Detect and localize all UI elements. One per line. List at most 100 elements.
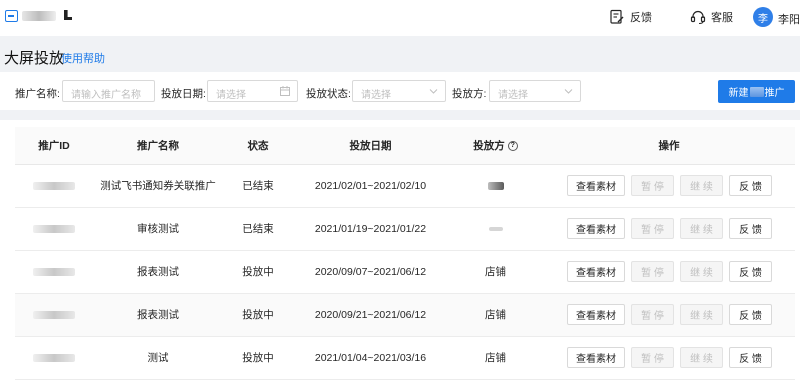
promotion-name-cell: 报表测试 [93,250,223,294]
question-circle-icon[interactable]: ? [507,140,518,151]
status-cell: 投放中 [223,250,293,294]
user-name[interactable]: 李阳 [778,11,800,27]
date-cell: 2021/02/01~2021/02/10 [293,164,448,208]
column-header-party: 投放方? [448,127,543,165]
chevron-down-icon [564,89,573,94]
promotion-id-redacted [33,353,75,362]
pause-button[interactable]: 暂 停 [631,347,674,368]
actions-cell: 查看素材 暂 停 继 续 反 馈 [543,207,795,251]
delivery-status-label: 投放状态: [306,88,351,100]
promotion-name-cell: 审核测试 [93,207,223,251]
view-material-button[interactable]: 查看素材 [567,218,625,239]
delivery-date-placeholder: 请选择 [216,90,246,101]
promotion-id-redacted [33,267,75,276]
view-material-button[interactable]: 查看素材 [567,175,625,196]
feedback-row-button[interactable]: 反 馈 [729,175,772,196]
column-header-actions: 操作 [543,127,795,165]
table-row: 测试飞书通知券关联推广 已结束 2021/02/01~2021/02/10 查看… [15,164,795,208]
feedback-row-button[interactable]: 反 馈 [729,304,772,325]
feedback-row-button[interactable]: 反 馈 [729,261,772,282]
feedback-label: 反馈 [630,12,652,24]
filter-bar: 推广名称: 请输入推广名称 投放日期: 请选择 投放状态: 请选择 投放方: 请… [0,72,800,110]
view-material-button[interactable]: 查看素材 [567,347,625,368]
party-redacted [488,226,503,231]
page-title: 大屏投放 [4,50,65,67]
delivery-party-placeholder: 请选择 [498,90,528,101]
column-header-status: 状态 [223,127,293,165]
table-header-row: 推广ID 推广名称 状态 投放日期 投放方? 操作 [15,127,795,165]
promotion-name-input[interactable]: 请输入推广名称 [62,80,155,102]
headset-icon [690,10,706,25]
status-cell: 投放中 [223,293,293,337]
promotion-id-redacted [33,224,75,233]
help-link[interactable]: 使用帮助 [61,50,105,66]
top-bar: 反馈 客服 李 李阳 [0,0,800,36]
actions-cell: 查看素材 暂 停 继 续 反 馈 [543,250,795,294]
resume-button[interactable]: 继 续 [680,304,723,325]
promotion-table: 推广ID 推广名称 状态 投放日期 投放方? 操作 测试飞书通知券关联推广 已结… [15,127,795,380]
status-cell: 已结束 [223,207,293,251]
promotion-name-cell: 测试 [93,336,223,380]
view-material-button[interactable]: 查看素材 [567,304,625,325]
promotion-name-label: 推广名称: [15,88,60,100]
brand-mark-icon [64,10,72,20]
promotion-name-cell: 报表测试 [93,293,223,337]
table-row: 测试 投放中 2021/01/04~2021/03/16 店铺 查看素材 暂 停… [15,336,795,380]
promotion-id-cell [15,207,93,251]
new-button-suffix: 推广 [764,88,785,99]
promotion-id-cell [15,164,93,208]
customer-service-button[interactable]: 客服 [690,9,733,25]
status-cell: 投放中 [223,336,293,380]
column-header-id: 推广ID [15,127,93,165]
promotion-id-cell [15,250,93,294]
party-cell: 店铺 [448,250,543,294]
actions-cell: 查看素材 暂 停 继 续 反 馈 [543,164,795,208]
actions-cell: 查看素材 暂 停 继 续 反 馈 [543,336,795,380]
column-header-name: 推广名称 [93,127,223,165]
view-material-button[interactable]: 查看素材 [567,261,625,282]
status-cell: 已结束 [223,164,293,208]
delivery-party-label: 投放方: [452,88,487,100]
column-header-date: 投放日期 [293,127,448,165]
promotion-id-cell [15,293,93,337]
promotion-table-panel: 推广ID 推广名称 状态 投放日期 投放方? 操作 测试飞书通知券关联推广 已结… [0,120,800,384]
feedback-icon [610,9,624,24]
calendar-icon [280,86,290,96]
resume-button[interactable]: 继 续 [680,175,723,196]
promotion-id-redacted [33,310,75,319]
delivery-status-placeholder: 请选择 [361,90,391,101]
column-header-actions-label: 操作 [658,139,680,152]
pause-button[interactable]: 暂 停 [631,304,674,325]
feedback-row-button[interactable]: 反 馈 [729,347,772,368]
delivery-status-select[interactable]: 请选择 [352,80,446,102]
date-cell: 2020/09/07~2021/06/12 [293,250,448,294]
pause-button[interactable]: 暂 停 [631,175,674,196]
resume-button[interactable]: 继 续 [680,218,723,239]
pause-button[interactable]: 暂 停 [631,218,674,239]
column-header-party-label: 投放方 [473,139,505,152]
promotion-name-cell: 测试飞书通知券关联推广 [93,164,223,208]
party-cell: 店铺 [448,293,543,337]
promotion-name-placeholder: 请输入推广名称 [71,90,141,101]
redacted-mask [749,86,764,97]
feedback-button[interactable]: 反馈 [609,9,652,25]
brand-name-redacted [22,11,56,21]
pause-button[interactable]: 暂 停 [631,261,674,282]
resume-button[interactable]: 继 续 [680,347,723,368]
date-cell: 2021/01/04~2021/03/16 [293,336,448,380]
feedback-row-button[interactable]: 反 馈 [729,218,772,239]
delivery-date-picker[interactable]: 请选择 [207,80,298,102]
promotion-id-cell [15,336,93,380]
resume-button[interactable]: 继 续 [680,261,723,282]
delivery-party-select[interactable]: 请选择 [489,80,581,102]
customer-service-label: 客服 [711,12,733,24]
chevron-down-icon [429,89,438,94]
promotion-id-redacted [33,181,75,190]
user-avatar[interactable]: 李 [753,7,773,27]
party-redacted [487,181,504,190]
actions-cell: 查看素材 暂 停 继 续 反 馈 [543,293,795,337]
table-row: 报表测试 投放中 2020/09/07~2021/06/12 店铺 查看素材 暂… [15,250,795,294]
new-promotion-button[interactable]: 新建 推广 [718,80,795,103]
app-logo-icon [5,10,18,22]
party-cell [448,207,543,251]
